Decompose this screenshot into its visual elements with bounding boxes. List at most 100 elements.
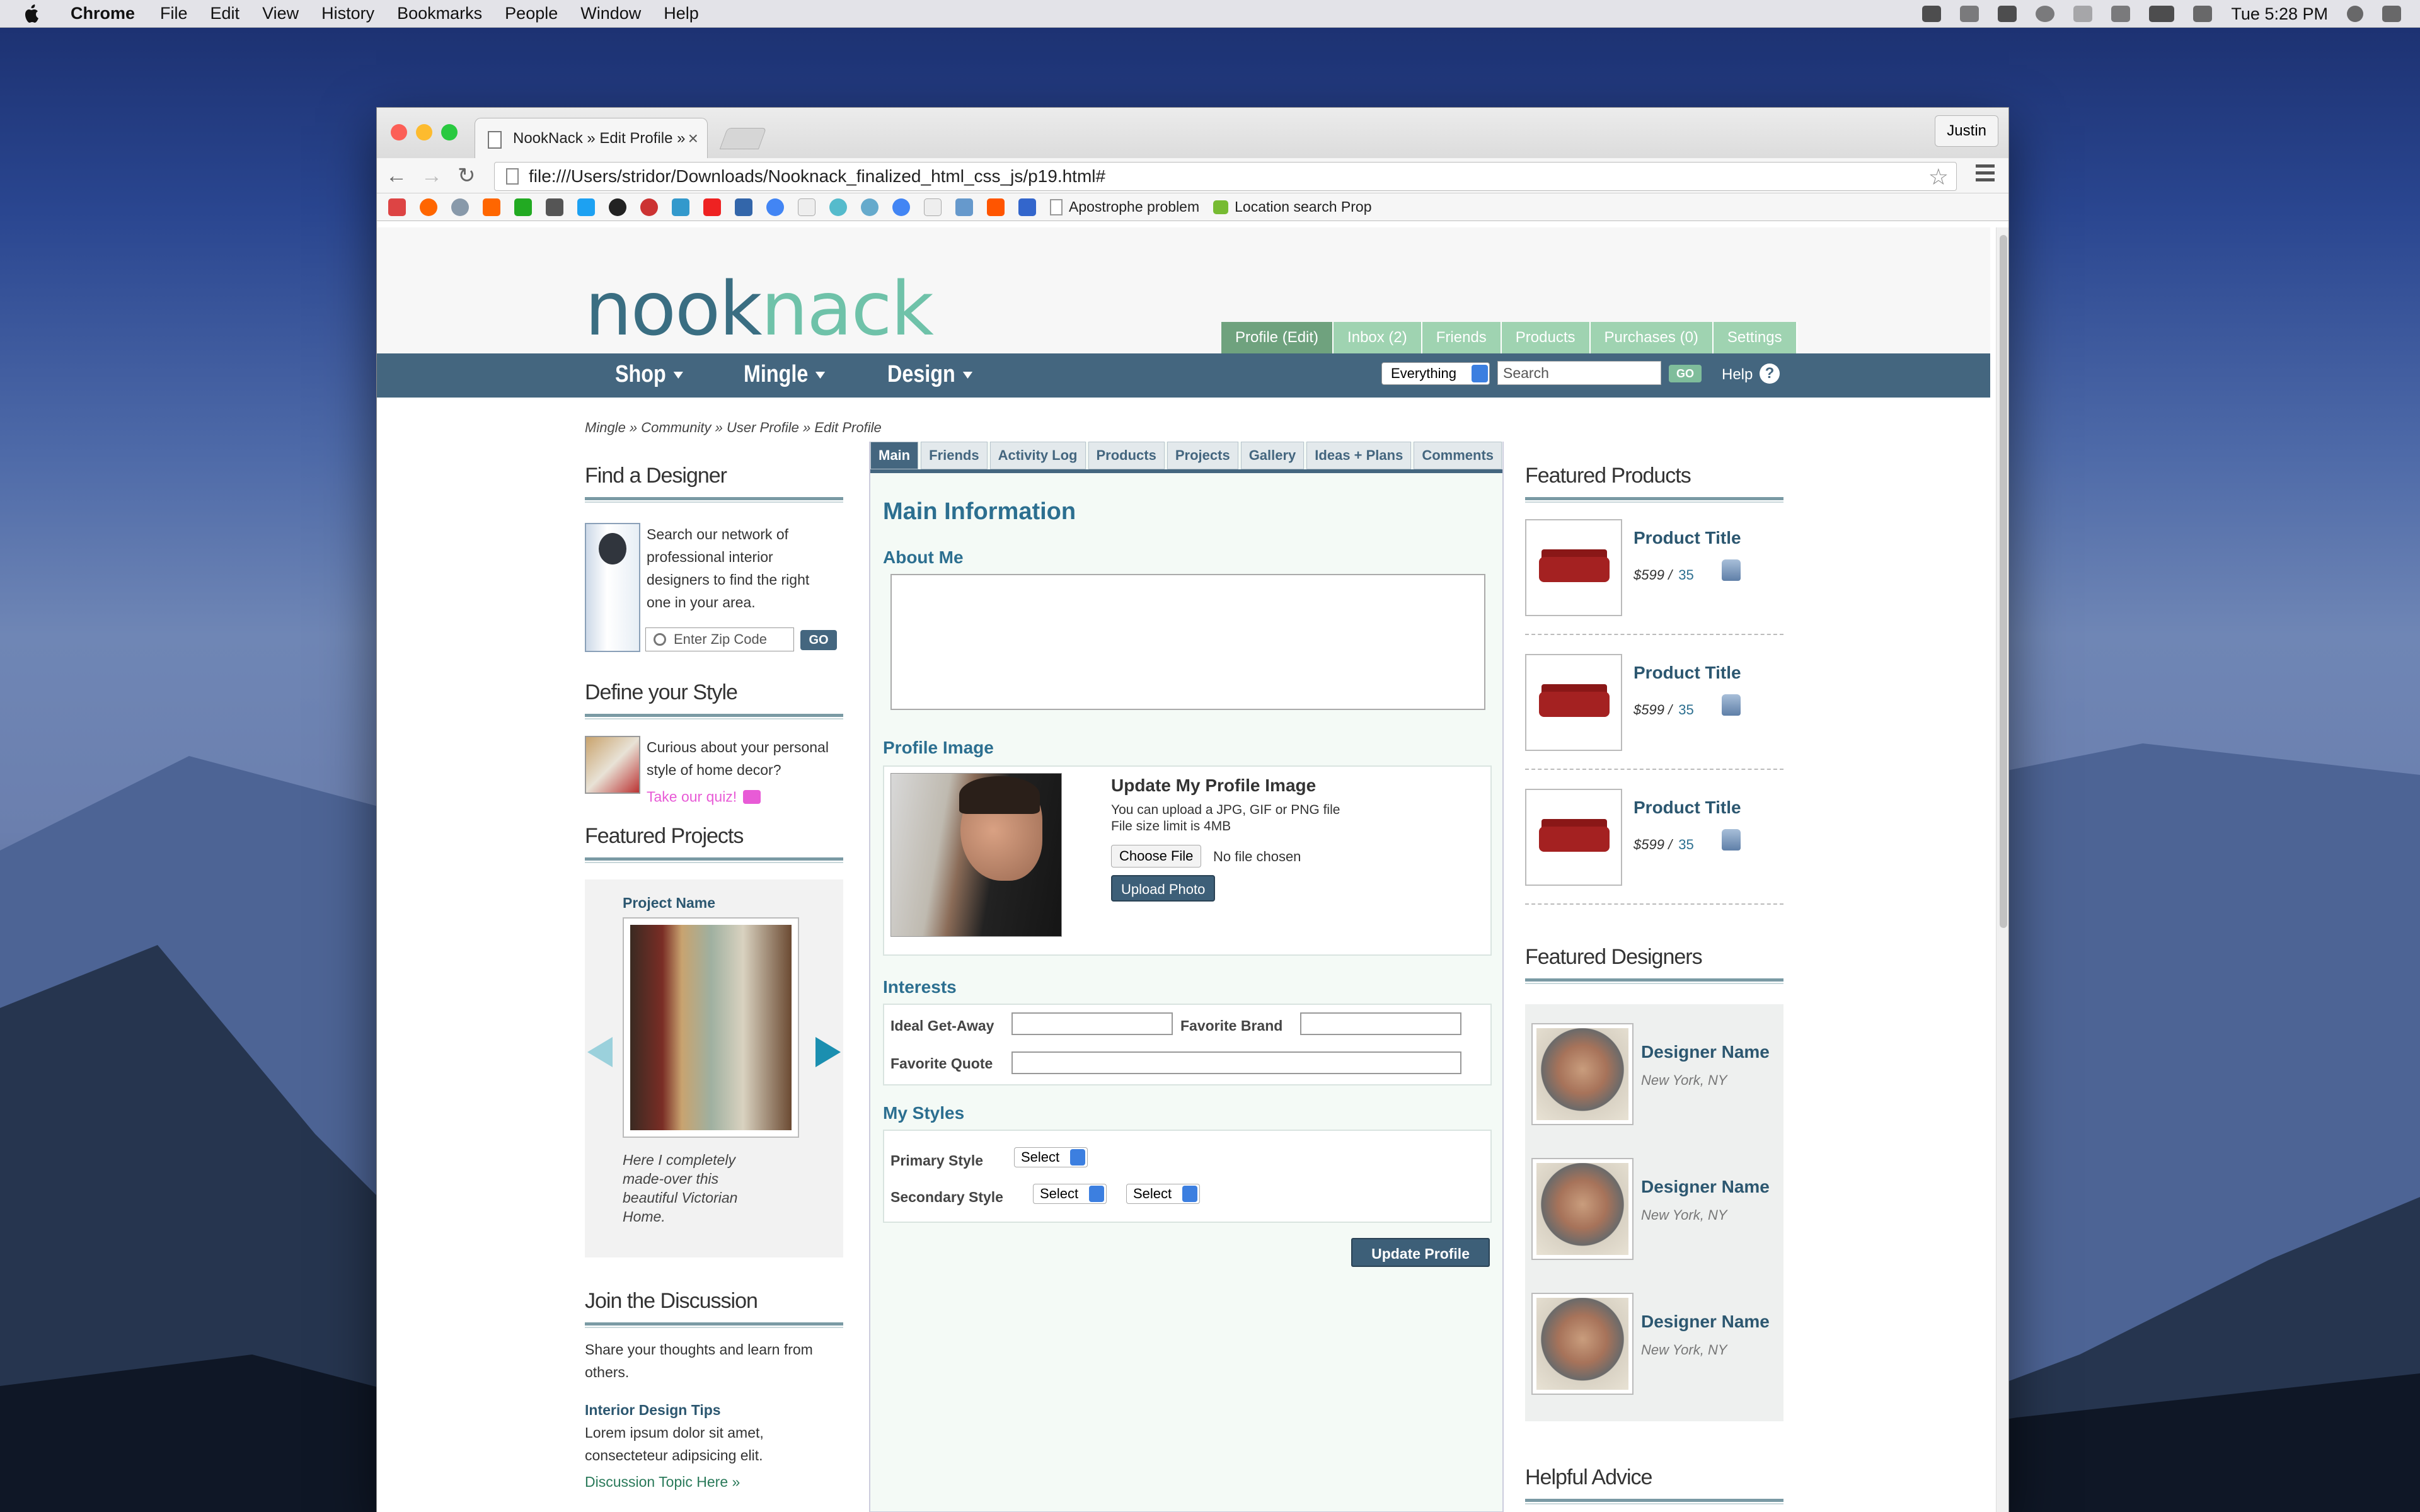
update-profile-button[interactable]: Update Profile bbox=[1351, 1238, 1490, 1267]
search-go-button[interactable]: GO bbox=[1669, 365, 1702, 382]
apple-icon[interactable] bbox=[24, 0, 59, 28]
tab-comments[interactable]: Comments bbox=[1414, 442, 1502, 469]
tab-inbox[interactable]: Inbox (2) bbox=[1334, 322, 1422, 353]
google-icon[interactable] bbox=[892, 198, 910, 216]
designer-name[interactable]: Designer Name bbox=[1641, 1042, 1770, 1062]
chrome-menu-icon[interactable] bbox=[1976, 164, 1995, 183]
hacker-news-icon[interactable] bbox=[483, 198, 500, 216]
gmail-icon[interactable] bbox=[388, 198, 406, 216]
volume-icon[interactable] bbox=[2073, 6, 2093, 22]
quiz-link[interactable]: Take our quiz! bbox=[647, 788, 761, 805]
scrollbar-thumb[interactable] bbox=[2000, 235, 2007, 928]
bookmark-icon[interactable] bbox=[955, 198, 973, 216]
reddit-icon[interactable] bbox=[420, 198, 437, 216]
bookmark-icon[interactable] bbox=[735, 198, 752, 216]
tab-profile-edit[interactable]: Profile (Edit) bbox=[1221, 322, 1334, 353]
topic-link[interactable]: Discussion Topic Here » bbox=[585, 1470, 843, 1493]
new-tab-button[interactable] bbox=[719, 128, 767, 149]
bookmark-apostrophe[interactable]: Apostrophe problem bbox=[1050, 198, 1199, 215]
spotlight-icon[interactable] bbox=[2347, 6, 2363, 22]
menu-people[interactable]: People bbox=[505, 4, 558, 23]
bookmark-location-search[interactable]: Location search Prop bbox=[1213, 198, 1371, 215]
bookmark-icon[interactable] bbox=[640, 198, 658, 216]
designer-avatar[interactable] bbox=[1531, 1023, 1634, 1125]
k-icon[interactable] bbox=[514, 198, 532, 216]
maximize-window-button[interactable] bbox=[441, 124, 458, 140]
secondary-style-select-2[interactable]: Select bbox=[1126, 1184, 1201, 1204]
notification-center-icon[interactable] bbox=[2382, 6, 2401, 22]
browser-tab[interactable]: NookNack » Edit Profile » × bbox=[475, 118, 708, 158]
reload-icon[interactable]: ↻ bbox=[458, 163, 476, 188]
about-me-textarea[interactable] bbox=[890, 574, 1485, 710]
menu-file[interactable]: File bbox=[160, 4, 188, 23]
search-scope-select[interactable]: Everything bbox=[1381, 362, 1490, 385]
back-arrow-icon[interactable]: ← bbox=[386, 163, 407, 188]
menu-bookmarks[interactable]: Bookmarks bbox=[397, 4, 482, 23]
breadcrumb[interactable]: Mingle » Community » User Profile » Edit… bbox=[585, 420, 882, 436]
help-link[interactable]: Help bbox=[1722, 366, 1753, 384]
tab-products[interactable]: Products bbox=[1501, 322, 1591, 353]
tab-ideas-plans[interactable]: Ideas + Plans bbox=[1306, 442, 1412, 469]
menu-view[interactable]: View bbox=[262, 4, 299, 23]
page-scrollbar[interactable] bbox=[1996, 227, 2008, 1512]
sofa-image[interactable] bbox=[1525, 789, 1622, 886]
tab-projects[interactable]: Projects bbox=[1167, 442, 1238, 469]
address-bar[interactable]: file:///Users/stridor/Downloads/Nooknack… bbox=[494, 162, 1957, 191]
calendar-icon[interactable] bbox=[1998, 6, 2017, 22]
tab-purchases[interactable]: Purchases (0) bbox=[1590, 322, 1714, 353]
tab-main[interactable]: Main bbox=[870, 442, 919, 469]
menu-clock[interactable]: Tue 5:28 PM bbox=[2231, 4, 2328, 24]
close-window-button[interactable] bbox=[391, 124, 407, 140]
menu-edit[interactable]: Edit bbox=[210, 4, 240, 23]
secondary-style-select-1[interactable]: Select bbox=[1033, 1184, 1107, 1204]
menu-window[interactable]: Window bbox=[580, 4, 641, 23]
menu-history[interactable]: History bbox=[321, 4, 374, 23]
nav-shop[interactable]: Shop bbox=[615, 361, 683, 388]
designer-name[interactable]: Designer Name bbox=[1641, 1177, 1770, 1197]
help-icon[interactable]: ? bbox=[1760, 364, 1780, 384]
tab-friends[interactable]: Friends bbox=[1422, 322, 1502, 353]
next-arrow-icon[interactable] bbox=[815, 1037, 841, 1067]
youtube-icon[interactable] bbox=[703, 198, 721, 216]
product-title[interactable]: Product Title bbox=[1634, 528, 1741, 548]
getaway-input[interactable] bbox=[1011, 1012, 1173, 1035]
product-card[interactable]: Product Title $599 / 35 bbox=[1525, 635, 1783, 770]
zip-go-button[interactable]: GO bbox=[800, 630, 837, 650]
primary-style-select[interactable]: Select bbox=[1014, 1147, 1088, 1167]
menu-app-name[interactable]: Chrome bbox=[71, 4, 135, 23]
tv-icon[interactable] bbox=[861, 198, 879, 216]
nav-mingle[interactable]: Mingle bbox=[744, 361, 826, 388]
prev-arrow-icon[interactable] bbox=[587, 1037, 613, 1067]
bluetooth-icon[interactable] bbox=[2111, 6, 2131, 22]
messages-icon[interactable] bbox=[1922, 6, 1942, 22]
github-icon[interactable] bbox=[609, 198, 626, 216]
designer-card[interactable]: Designer Name New York, NY bbox=[1525, 1145, 1783, 1280]
designer-avatar[interactable] bbox=[1531, 1293, 1634, 1395]
glasses-icon[interactable] bbox=[1960, 6, 1979, 22]
tab-gallery[interactable]: Gallery bbox=[1240, 442, 1305, 469]
designer-card[interactable]: Designer Name New York, NY bbox=[1525, 1011, 1783, 1145]
time-machine-icon[interactable] bbox=[2036, 6, 2055, 22]
project-name[interactable]: Project Name bbox=[623, 895, 715, 912]
map-pin-icon[interactable] bbox=[672, 198, 689, 216]
hash-icon[interactable] bbox=[546, 198, 563, 216]
designer-name[interactable]: Designer Name bbox=[1641, 1312, 1770, 1332]
nav-design[interactable]: Design bbox=[887, 361, 972, 388]
google-icon[interactable] bbox=[766, 198, 784, 216]
product-card[interactable]: Product Title $599 / 35 bbox=[1525, 500, 1783, 635]
favorite-brand-input[interactable] bbox=[1300, 1012, 1461, 1035]
choose-file-button[interactable]: Choose File bbox=[1111, 845, 1202, 868]
tab-activity-log[interactable]: Activity Log bbox=[989, 442, 1086, 469]
thumbs-up-icon[interactable] bbox=[1722, 559, 1741, 581]
doc-icon[interactable] bbox=[924, 198, 942, 216]
bookmark-icon[interactable] bbox=[1018, 198, 1036, 216]
thumbs-up-icon[interactable] bbox=[1722, 694, 1741, 716]
site-logo[interactable]: nooknack bbox=[585, 265, 934, 352]
tab-products[interactable]: Products bbox=[1088, 442, 1165, 469]
favorite-quote-input[interactable] bbox=[1011, 1051, 1461, 1074]
close-tab-icon[interactable]: × bbox=[688, 129, 698, 149]
sofa-image[interactable] bbox=[1525, 654, 1622, 751]
battery-icon[interactable] bbox=[2149, 6, 2175, 22]
bookmark-icon[interactable] bbox=[451, 198, 469, 216]
soundcloud-icon[interactable] bbox=[987, 198, 1005, 216]
